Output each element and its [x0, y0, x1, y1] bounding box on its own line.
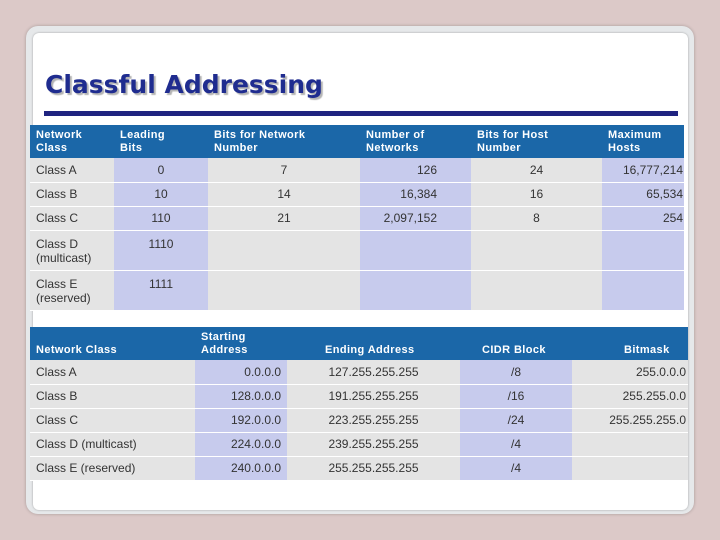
cell-start-address: 240.0.0.0 [195, 456, 287, 481]
cell-start-address: 224.0.0.0 [195, 432, 287, 457]
table-row: Class B 128.0.0.0 191.255.255.255 /16 25… [30, 384, 688, 409]
cell-network-bits: 7 [208, 158, 360, 183]
table-row: Class E (reserved) 1111 [30, 270, 684, 311]
cell-class: Class E (reserved) [30, 270, 114, 311]
cell-network-bits: 14 [208, 182, 360, 207]
col-header-ending-address: Ending Address [287, 327, 460, 360]
cell-class: Class C [30, 408, 195, 433]
cell-networks: 2,097,152 [360, 206, 471, 231]
table-row: Class C 192.0.0.0 223.255.255.255 /24 25… [30, 408, 688, 433]
cell-max-hosts: 254 [602, 206, 684, 231]
col-header-cidr-block: CIDR Block [460, 327, 572, 360]
cell-leading-bits: 110 [114, 206, 208, 231]
cell-class: Class B [30, 384, 195, 409]
cell-networks [360, 270, 471, 311]
cell-leading-bits: 10 [114, 182, 208, 207]
cell-leading-bits: 0 [114, 158, 208, 183]
col-header-maximum-hosts: Maximum Hosts [602, 125, 684, 158]
classful-network-table: Network Class Leading Bits Bits for Networ… [30, 125, 684, 311]
cell-start-address: 128.0.0.0 [195, 384, 287, 409]
cell-network-bits [208, 270, 360, 311]
cell-bitmask [572, 456, 688, 481]
cell-max-hosts: 65,534 [602, 182, 684, 207]
cell-networks [360, 230, 471, 271]
cell-end-address: 127.255.255.255 [287, 360, 460, 385]
cell-host-bits [471, 230, 602, 271]
col-header-bits-host-number: Bits for Host Number [471, 125, 602, 158]
col-header-number-of-networks: Number of Networks [360, 125, 471, 158]
table-row: Class A 0.0.0.0 127.255.255.255 /8 255.0… [30, 360, 688, 385]
cell-class: Class C [30, 206, 114, 231]
cell-network-bits [208, 230, 360, 271]
cell-class: Class D (multicast) [30, 230, 114, 271]
cell-class: Class A [30, 360, 195, 385]
cell-end-address: 239.255.255.255 [287, 432, 460, 457]
cell-start-address: 192.0.0.0 [195, 408, 287, 433]
cell-class: Class A [30, 158, 114, 183]
table-row: Class A 0 7 126 24 16,777,214 [30, 158, 684, 183]
cell-bitmask: 255.255.0.0 [572, 384, 688, 409]
cell-networks: 16,384 [360, 182, 471, 207]
table-row: Class E (reserved) 240.0.0.0 255.255.255… [30, 456, 688, 481]
col-header-bits-network-number: Bits for Network Number [208, 125, 360, 158]
cell-max-hosts [602, 230, 684, 271]
cell-leading-bits: 1111 [114, 270, 208, 311]
col-header-bitmask: Bitmask [572, 327, 688, 360]
cell-leading-bits: 1110 [114, 230, 208, 271]
table-row: Class D (multicast) 224.0.0.0 239.255.25… [30, 432, 688, 457]
table-header-row: Network Class Starting Address Ending Add… [30, 327, 688, 360]
cell-bitmask: 255.255.255.0 [572, 408, 688, 433]
col-header-network-class: Network Class [30, 327, 195, 360]
cell-host-bits [471, 270, 602, 311]
cell-network-bits: 21 [208, 206, 360, 231]
table-row: Class B 10 14 16,384 16 65,534 [30, 182, 684, 207]
cell-bitmask [572, 432, 688, 457]
cell-cidr: /24 [460, 408, 572, 433]
cell-class: Class E (reserved) [30, 456, 195, 481]
cell-host-bits: 16 [471, 182, 602, 207]
cell-cidr: /4 [460, 432, 572, 457]
cell-start-address: 0.0.0.0 [195, 360, 287, 385]
table-row: Class D (multicast) 1110 [30, 230, 684, 271]
cell-max-hosts [602, 270, 684, 311]
cell-end-address: 223.255.255.255 [287, 408, 460, 433]
table-row: Class C 110 21 2,097,152 8 254 [30, 206, 684, 231]
cell-bitmask: 255.0.0.0 [572, 360, 688, 385]
table-header-row: Network Class Leading Bits Bits for Networ… [30, 125, 684, 158]
cell-networks: 126 [360, 158, 471, 183]
cell-cidr: /4 [460, 456, 572, 481]
col-header-leading-bits: Leading Bits [114, 125, 208, 158]
slide-title: Classful Addressing [45, 70, 323, 99]
cell-end-address: 191.255.255.255 [287, 384, 460, 409]
col-header-starting-address: Starting Address [195, 327, 287, 360]
cell-cidr: /8 [460, 360, 572, 385]
col-header-network-class: Network Class [30, 125, 114, 158]
cell-max-hosts: 16,777,214 [602, 158, 684, 183]
cell-class: Class D (multicast) [30, 432, 195, 457]
cell-end-address: 255.255.255.255 [287, 456, 460, 481]
cell-host-bits: 24 [471, 158, 602, 183]
address-range-table: Network Class Starting Address Ending Add… [30, 327, 688, 481]
cell-class: Class B [30, 182, 114, 207]
cell-host-bits: 8 [471, 206, 602, 231]
cell-cidr: /16 [460, 384, 572, 409]
title-underline [44, 111, 678, 116]
